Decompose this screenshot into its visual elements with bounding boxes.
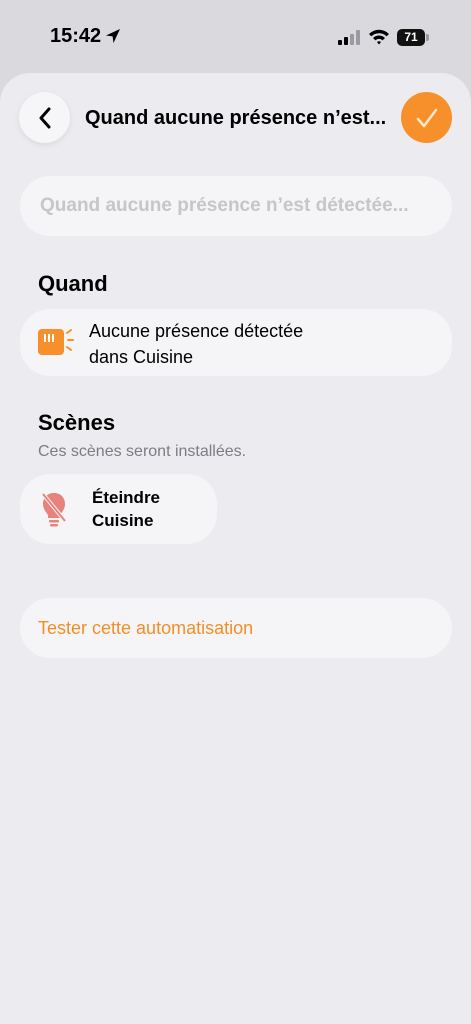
trigger-line-1: Aucune présence détectée: [89, 321, 304, 341]
chevron-left-icon: [39, 107, 50, 128]
trigger-card[interactable]: Aucune présence détectée dans Cuisine: [20, 309, 452, 376]
scene-card[interactable]: Éteindre Cuisine: [20, 474, 217, 544]
scenes-subtitle: Ces scènes seront installées.: [38, 443, 247, 460]
section-title-when: Quand: [38, 271, 108, 296]
battery-level: 71: [397, 29, 425, 46]
name-placeholder: Quand aucune présence n’est détectée...: [40, 195, 409, 216]
confirm-button[interactable]: [401, 92, 452, 143]
cellular-signal-icon: [338, 30, 360, 45]
status-bar: 15:42 71: [0, 0, 471, 72]
presence-sensor-icon: [38, 329, 74, 355]
page-title: Quand aucune présence n’est...: [85, 107, 385, 129]
test-automation-button[interactable]: Tester cette automatisation: [20, 598, 452, 658]
back-button[interactable]: [19, 92, 70, 143]
automation-sheet: Quand aucune présence n’est... Quand auc…: [0, 73, 471, 1024]
automation-name-field[interactable]: Quand aucune présence n’est détectée...: [20, 176, 452, 236]
scene-line-1: Éteindre: [92, 488, 161, 507]
scene-line-2: Cuisine: [92, 511, 154, 530]
battery-icon: 71: [397, 29, 429, 46]
bulb-off-icon: [41, 492, 67, 527]
status-time: 15:42: [50, 25, 102, 47]
location-arrow-icon: [106, 29, 120, 43]
trigger-line-2: dans Cuisine: [89, 347, 194, 367]
wifi-icon: [369, 29, 389, 45]
checkmark-icon: [416, 108, 437, 127]
section-title-scenes: Scènes: [38, 410, 116, 435]
